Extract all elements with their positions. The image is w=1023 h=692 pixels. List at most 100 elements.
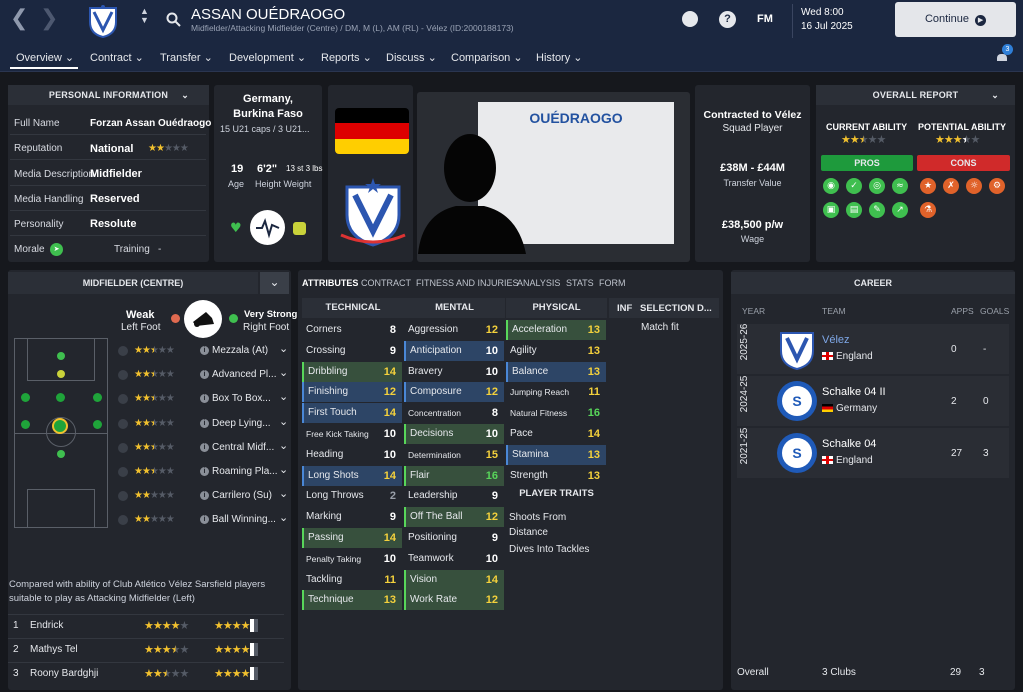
attribute-row[interactable]: Long Shots 14 [302, 465, 402, 486]
info-icon[interactable]: i [200, 467, 209, 476]
forward-arrow-icon[interactable]: ❯ [40, 6, 58, 31]
pitch-position-mcl[interactable] [56, 393, 65, 402]
attribute-row[interactable]: First Touch 14 [302, 403, 402, 424]
club-crest-icon[interactable] [775, 327, 819, 374]
career-team[interactable]: Schalke 04 [822, 438, 876, 450]
attribute-row[interactable]: Passing 14 [302, 528, 402, 548]
position-dropdown-chevron-icon[interactable]: ⌄ [260, 272, 289, 294]
club-crest-icon[interactable] [86, 4, 120, 38]
attribute-row[interactable]: Finishing 12 [302, 382, 402, 403]
con-fitness-icon[interactable]: ⚗ [920, 202, 936, 218]
role-row[interactable]: ★★★★★ i Roaming Pla... ⌄ [118, 463, 290, 483]
career-row[interactable]: 2025-26 Vélez England 0 - [737, 324, 1009, 374]
attribute-row[interactable]: Corners 8 [302, 320, 402, 340]
attribute-row[interactable]: Pace 14 [506, 424, 606, 444]
attribute-row[interactable]: Bravery 10 [404, 362, 504, 382]
back-arrow-icon[interactable]: ❮ [10, 6, 28, 31]
attribute-row[interactable]: Work Rate 12 [404, 590, 504, 611]
chevron-down-icon[interactable]: ⌄ [181, 85, 189, 105]
con-star-icon[interactable]: ★ [920, 178, 936, 194]
chevron-down-icon[interactable]: ⌄ [279, 366, 288, 379]
info-icon[interactable]: i [200, 370, 209, 380]
search-icon[interactable] [166, 12, 182, 28]
tab-discuss[interactable]: Discuss ⌄ [386, 51, 437, 64]
tab-reports[interactable]: Reports ⌄ [321, 51, 372, 64]
attribute-row[interactable]: Flair 16 [404, 465, 504, 486]
attribute-row[interactable]: Dribbling 14 [302, 361, 402, 382]
football-icon[interactable] [682, 11, 698, 27]
attribute-row[interactable]: Vision 14 [404, 569, 504, 590]
pitch-position-dml[interactable] [21, 420, 30, 429]
pro-target-icon[interactable]: ◎ [869, 178, 885, 194]
chevron-down-icon[interactable]: ⌄ [991, 85, 999, 105]
role-row[interactable]: ★★★★★ i Deep Lying... ⌄ [118, 415, 290, 435]
chevron-down-icon[interactable]: ⌄ [279, 463, 288, 476]
con-strength-icon[interactable]: ☼ [966, 178, 982, 194]
attribute-row[interactable]: Crossing 9 [302, 341, 402, 361]
continue-button[interactable]: Continue ▶ [895, 2, 1016, 37]
pitch-position-mc-selected[interactable] [52, 418, 68, 434]
attribute-row[interactable]: Technique 13 [302, 590, 402, 611]
pitch-position-st[interactable] [57, 352, 65, 360]
career-row[interactable]: 2024-25 S Schalke 04 II Germany 2 0 [737, 376, 1009, 426]
tab-attributes[interactable]: ATTRIBUTES [302, 278, 358, 288]
info-icon[interactable]: i [200, 418, 209, 428]
tab-contract[interactable]: Contract ⌄ [90, 51, 144, 64]
tab-form[interactable]: FORM [599, 278, 626, 288]
attribute-row[interactable]: Composure 12 [404, 382, 504, 403]
attribute-row[interactable]: Strength 13 [506, 466, 606, 486]
info-icon[interactable]: i [200, 515, 209, 525]
role-row[interactable]: ★★★★★ i Central Midf... ⌄ [118, 439, 290, 459]
role-row[interactable]: ★★★★★ i Carrilero (Su) ⌄ [118, 487, 290, 507]
info-icon[interactable]: i [200, 442, 209, 452]
pitch-position-ml[interactable] [21, 393, 30, 402]
attribute-row[interactable]: Heading 10 [302, 445, 402, 465]
info-icon[interactable]: i [200, 491, 209, 501]
chevron-down-icon[interactable]: ⌄ [279, 511, 288, 524]
tab-history[interactable]: History ⌄ [536, 51, 583, 64]
career-team[interactable]: Schalke 04 II [822, 386, 886, 398]
pro-technique-icon[interactable]: ✎ [869, 202, 885, 218]
attribute-row[interactable]: Agility 13 [506, 341, 606, 361]
club-crest-icon[interactable]: S [775, 431, 819, 478]
comparison-row[interactable]: 1 Endrick ★★★★★ ★★★★★ [8, 614, 284, 636]
attribute-row[interactable]: Positioning 9 [404, 528, 504, 548]
role-row[interactable]: ★★★★★ i Box To Box... ⌄ [118, 390, 290, 410]
pro-vision-icon[interactable]: ▤ [846, 202, 862, 218]
attribute-row[interactable]: Tackling 11 [302, 570, 402, 590]
attribute-row[interactable]: Free Kick Taking 10 [302, 424, 402, 444]
tab-comparison[interactable]: Comparison ⌄ [451, 51, 523, 64]
comparison-row[interactable]: 2 Mathys Tel ★★★★★ ★★★★★ [8, 638, 284, 660]
pitch-position-mr[interactable] [93, 393, 102, 402]
condition-icon[interactable] [250, 210, 285, 245]
attribute-row[interactable]: Long Throws 2 [302, 486, 402, 506]
tab-analysis[interactable]: ANALYSIS [517, 278, 560, 288]
help-icon[interactable]: ? [719, 11, 736, 28]
overall-report-header[interactable]: OVERALL REPORT ⌄ [816, 85, 1015, 105]
attribute-row[interactable]: Stamina 13 [506, 444, 606, 465]
morale-icon[interactable]: ➤ [50, 243, 63, 256]
personal-info-header[interactable]: PERSONAL INFORMATION ⌄ [8, 85, 209, 105]
tab-development[interactable]: Development ⌄ [229, 51, 306, 64]
attribute-row[interactable]: Determination 15 [404, 445, 504, 465]
career-row[interactable]: 2021-25 S Schalke 04 England 27 3 [737, 428, 1009, 478]
attribute-row[interactable]: Teamwork 10 [404, 549, 504, 569]
pitch-position-dm[interactable] [57, 450, 65, 458]
info-icon[interactable]: i [200, 346, 209, 355]
tab-fitness-and-injuries[interactable]: FITNESS AND INJURIES [416, 278, 519, 288]
pro-boot-icon[interactable]: ✓ [846, 178, 862, 194]
chevron-down-icon[interactable]: ⌄ [279, 390, 288, 403]
info-icon[interactable]: i [200, 394, 209, 404]
attribute-row[interactable]: Aggression 12 [404, 320, 504, 340]
attribute-row[interactable]: Off The Ball 12 [404, 507, 504, 528]
attribute-row[interactable]: Jumping Reach 11 [506, 382, 606, 402]
attribute-row[interactable]: Penalty Taking 10 [302, 549, 402, 569]
pro-progress-icon[interactable]: ↗ [892, 202, 908, 218]
career-team[interactable]: Vélez [822, 334, 850, 346]
attribute-row[interactable]: Acceleration 13 [506, 320, 606, 340]
con-tackle-icon[interactable]: ✗ [943, 178, 959, 194]
player-switch-arrows[interactable]: ▲ ▼ [140, 7, 149, 25]
heart-icon[interactable]: ♥ [230, 221, 242, 236]
attribute-row[interactable]: Marking 9 [302, 507, 402, 527]
attribute-row[interactable]: Decisions 10 [404, 424, 504, 444]
